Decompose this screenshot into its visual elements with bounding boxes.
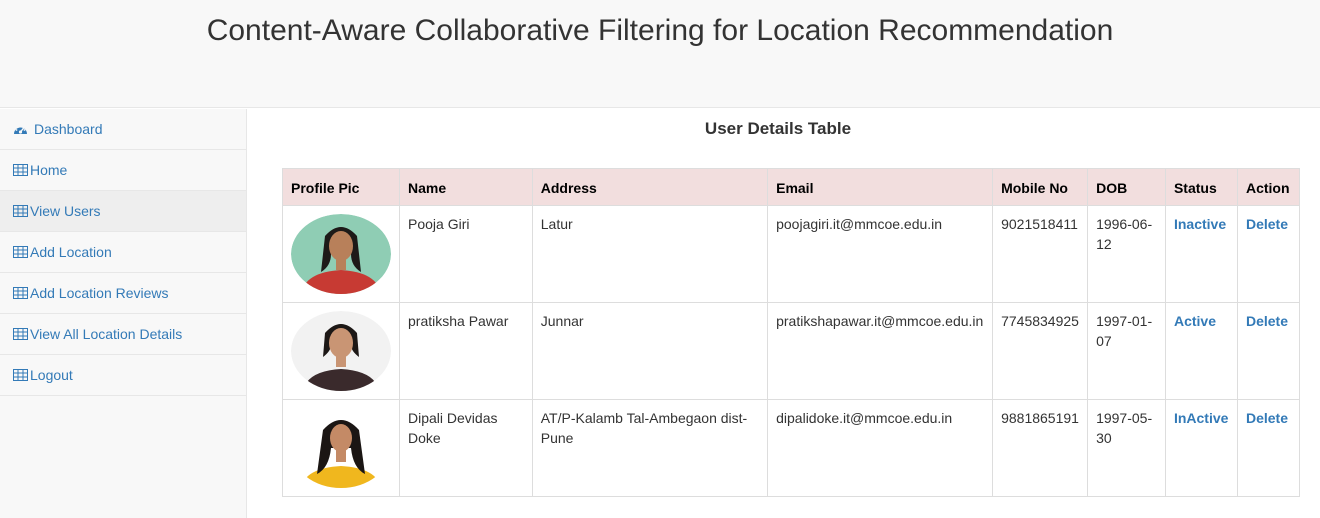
sidebar-item-add-location[interactable]: Add Location — [0, 232, 246, 273]
column-header: Action — [1236, 168, 1301, 206]
page-title: Content-Aware Collaborative Filtering fo… — [206, 14, 1114, 47]
column-header: Status — [1164, 168, 1238, 206]
dob-cell: 1997-01-07 — [1087, 302, 1166, 400]
table-icon — [13, 204, 29, 218]
dob-cell: 1996-06-12 — [1087, 205, 1166, 303]
delete-link[interactable]: Delete — [1246, 216, 1288, 232]
sidebar-item-label: View Users — [30, 203, 101, 219]
sidebar-item-label: Add Location Reviews — [30, 285, 169, 301]
sidebar-item-logout[interactable]: Logout — [0, 355, 246, 396]
name-cell: pratiksha Pawar — [399, 302, 533, 400]
email-cell: dipalidoke.it@mmcoe.edu.in — [767, 399, 994, 497]
dashboard-icon — [13, 122, 29, 136]
address-cell: AT/P-Kalamb Tal-Ambegaon dist-Pune — [531, 399, 769, 497]
column-header: Name — [399, 168, 533, 206]
dob-cell: 1997-05-30 — [1087, 399, 1166, 497]
sidebar-item-label: Add Location — [30, 244, 112, 260]
status-toggle-link[interactable]: Active — [1174, 313, 1216, 329]
profile-pic-cell — [282, 399, 400, 497]
table-row: Pooja Giri Latur poojagiri.it@mmcoe.edu.… — [282, 205, 1301, 303]
address-cell: Latur — [531, 205, 769, 303]
status-toggle-link[interactable]: InActive — [1174, 410, 1228, 426]
sidebar-item-add-location-reviews[interactable]: Add Location Reviews — [0, 273, 246, 314]
email-cell: poojagiri.it@mmcoe.edu.in — [767, 205, 994, 303]
sidebar-item-label: Logout — [30, 367, 73, 383]
page-header: Content-Aware Collaborative Filtering fo… — [0, 0, 1320, 108]
table-icon — [13, 368, 29, 382]
sidebar-item-home[interactable]: Home — [0, 150, 246, 191]
column-header: Email — [767, 168, 994, 206]
table-icon — [13, 245, 29, 259]
table-row: pratiksha Pawar Junnar pratikshapawar.it… — [282, 302, 1301, 400]
table-icon — [13, 286, 29, 300]
column-header: Address — [531, 168, 769, 206]
sidebar-item-label: Dashboard — [34, 121, 103, 137]
table-icon — [13, 327, 29, 341]
table-icon — [13, 163, 29, 177]
table-header-row: Profile Pic Name Address Email Mobile No… — [282, 168, 1301, 206]
column-header: DOB — [1087, 168, 1166, 206]
user-details-table: Profile Pic Name Address Email Mobile No… — [282, 168, 1301, 497]
sidebar-item-dashboard[interactable]: Dashboard — [0, 109, 246, 150]
profile-pic — [291, 408, 391, 488]
sidebar-item-view-all-location-details[interactable]: View All Location Details — [0, 314, 246, 355]
delete-link[interactable]: Delete — [1246, 313, 1288, 329]
mobile-cell: 9021518411 — [992, 205, 1089, 303]
table-title: User Details Table — [704, 119, 852, 138]
sidebar-item-view-users[interactable]: View Users — [0, 191, 246, 232]
profile-pic — [291, 311, 391, 391]
mobile-cell: 7745834925 — [992, 302, 1089, 400]
main-content: User Details Table Profile Pic Name Addr… — [248, 109, 1320, 518]
sidebar: Dashboard Home View Users Add Location A… — [0, 109, 247, 518]
email-cell: pratikshapawar.it@mmcoe.edu.in — [767, 302, 994, 400]
profile-pic-cell — [282, 302, 400, 400]
profile-pic — [291, 214, 391, 294]
address-cell: Junnar — [531, 302, 769, 400]
mobile-cell: 9881865191 — [992, 399, 1089, 497]
name-cell: Dipali Devidas Doke — [399, 399, 533, 497]
profile-pic-cell — [282, 205, 400, 303]
delete-link[interactable]: Delete — [1246, 410, 1288, 426]
status-toggle-link[interactable]: Inactive — [1174, 216, 1226, 232]
column-header: Mobile No — [992, 168, 1089, 206]
sidebar-item-label: View All Location Details — [30, 326, 183, 342]
sidebar-item-label: Home — [30, 162, 68, 178]
name-cell: Pooja Giri — [399, 205, 533, 303]
table-row: Dipali Devidas Doke AT/P-Kalamb Tal-Ambe… — [282, 399, 1301, 497]
column-header: Profile Pic — [282, 168, 400, 206]
